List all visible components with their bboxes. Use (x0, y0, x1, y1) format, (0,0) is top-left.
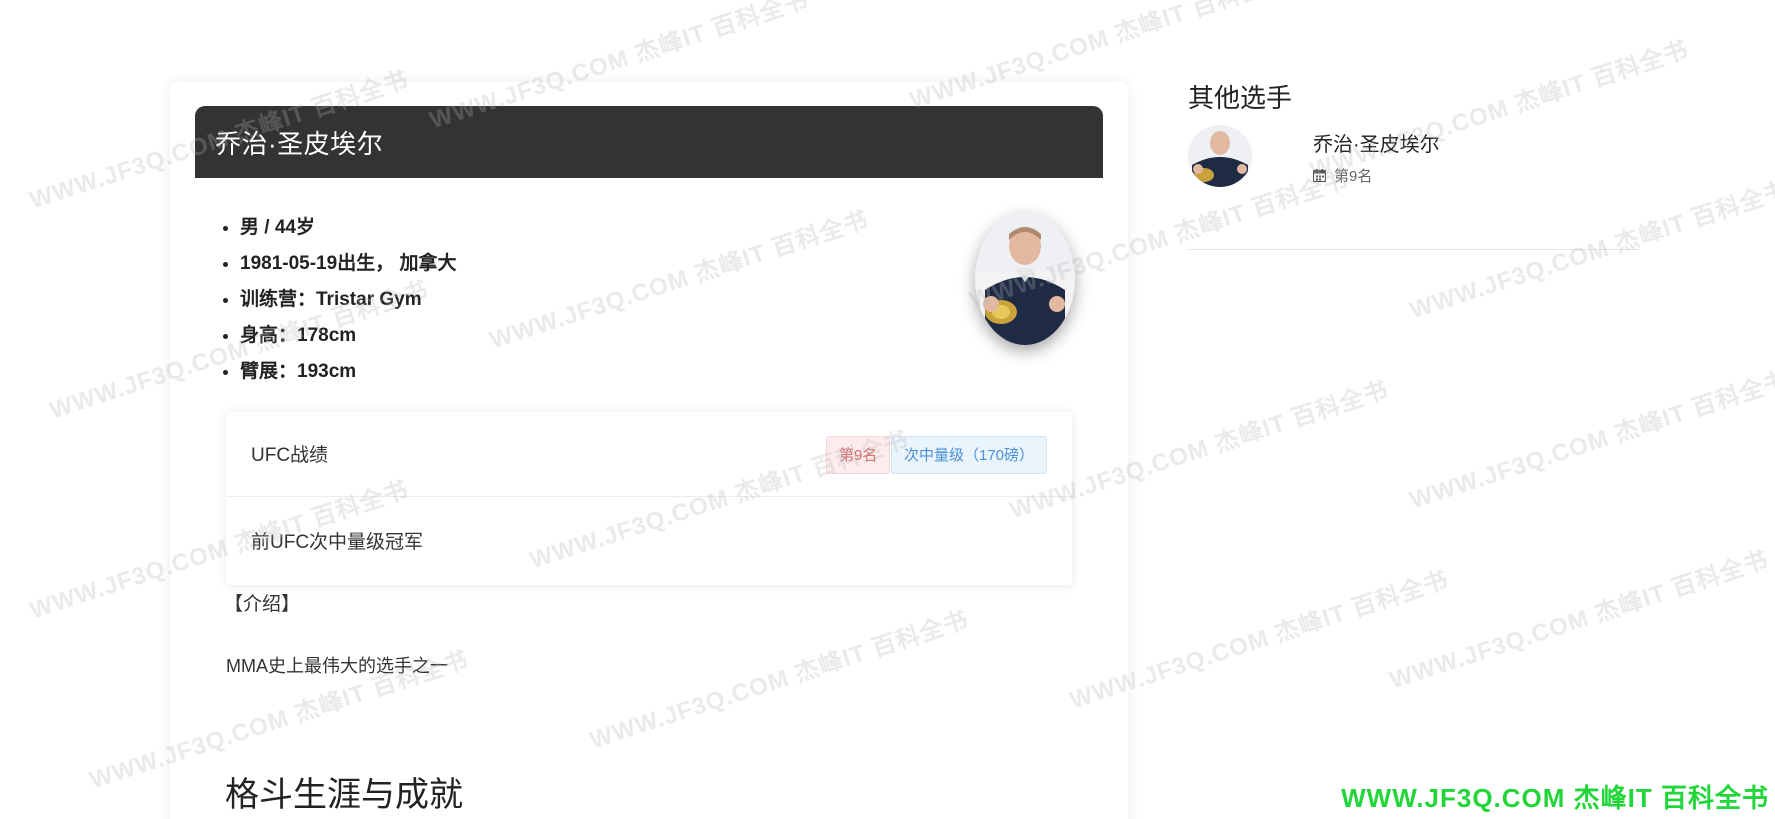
ufc-record-body: 前UFC次中量级冠军 (251, 532, 424, 553)
sidebar-fighter-name[interactable]: 乔治·圣皮埃尔 (1313, 128, 1440, 157)
fighter-detail-card: 乔治·圣皮埃尔 男 / 44岁 1981-05-19出生， 加拿大 训练营：Tr… (170, 82, 1128, 819)
page-title: 乔治·圣皮埃尔 (215, 128, 384, 159)
info-reach: 臂展：193cm (240, 354, 456, 390)
sidebar-fighter-rank: 第9名 (1313, 165, 1372, 186)
rank-badge: 第9名 (826, 436, 891, 474)
ufc-record-card: UFC战绩 第9名 次中量级（170磅） 前UFC次中量级冠军 (226, 412, 1072, 585)
ufc-record-label: UFC战绩 (251, 445, 329, 466)
info-gym: 训练营：Tristar Gym (240, 282, 456, 318)
sidebar-title: 其他选手 (1188, 83, 1293, 113)
info-height: 身高：178cm (240, 318, 456, 354)
watermark: WWW.JF3Q.COM 杰峰IT 百科全书 (1386, 546, 1773, 695)
info-birth-country: 1981-05-19出生， 加拿大 (240, 246, 456, 282)
fighter-photo-image (975, 212, 1075, 345)
sidebar-fighter-item[interactable]: 乔治·圣皮埃尔 第9名 (1188, 125, 1640, 250)
sidebar-fighter-avatar-image (1188, 125, 1252, 187)
page: 乔治·圣皮埃尔 男 / 44岁 1981-05-19出生， 加拿大 训练营：Tr… (0, 0, 1775, 819)
fighter-photo (975, 212, 1075, 345)
sidebar-fighter-avatar[interactable] (1188, 125, 1252, 187)
fighter-info-list: 男 / 44岁 1981-05-19出生， 加拿大 训练营：Tristar Gy… (214, 210, 456, 390)
title-bar: 乔治·圣皮埃尔 (195, 106, 1103, 178)
ufc-record-header: UFC战绩 第9名 次中量级（170磅） (226, 412, 1072, 497)
watermark: WWW.JF3Q.COM 杰峰IT 百科全书 (1406, 366, 1775, 515)
weight-class-badge: 次中量级（170磅） (891, 436, 1048, 474)
corner-watermark: WWW.JF3Q.COM 杰峰IT 百科全书 (1341, 783, 1769, 813)
calendar-icon (1313, 169, 1326, 182)
career-section-heading: 格斗生涯与成就 (225, 776, 463, 814)
intro-text: MMA史上最伟大的选手之一 (226, 656, 448, 676)
sidebar-fighter-rank-text: 第9名 (1334, 168, 1373, 185)
intro-title: 【介绍】 (224, 594, 301, 615)
info-gender-age: 男 / 44岁 (240, 210, 456, 246)
